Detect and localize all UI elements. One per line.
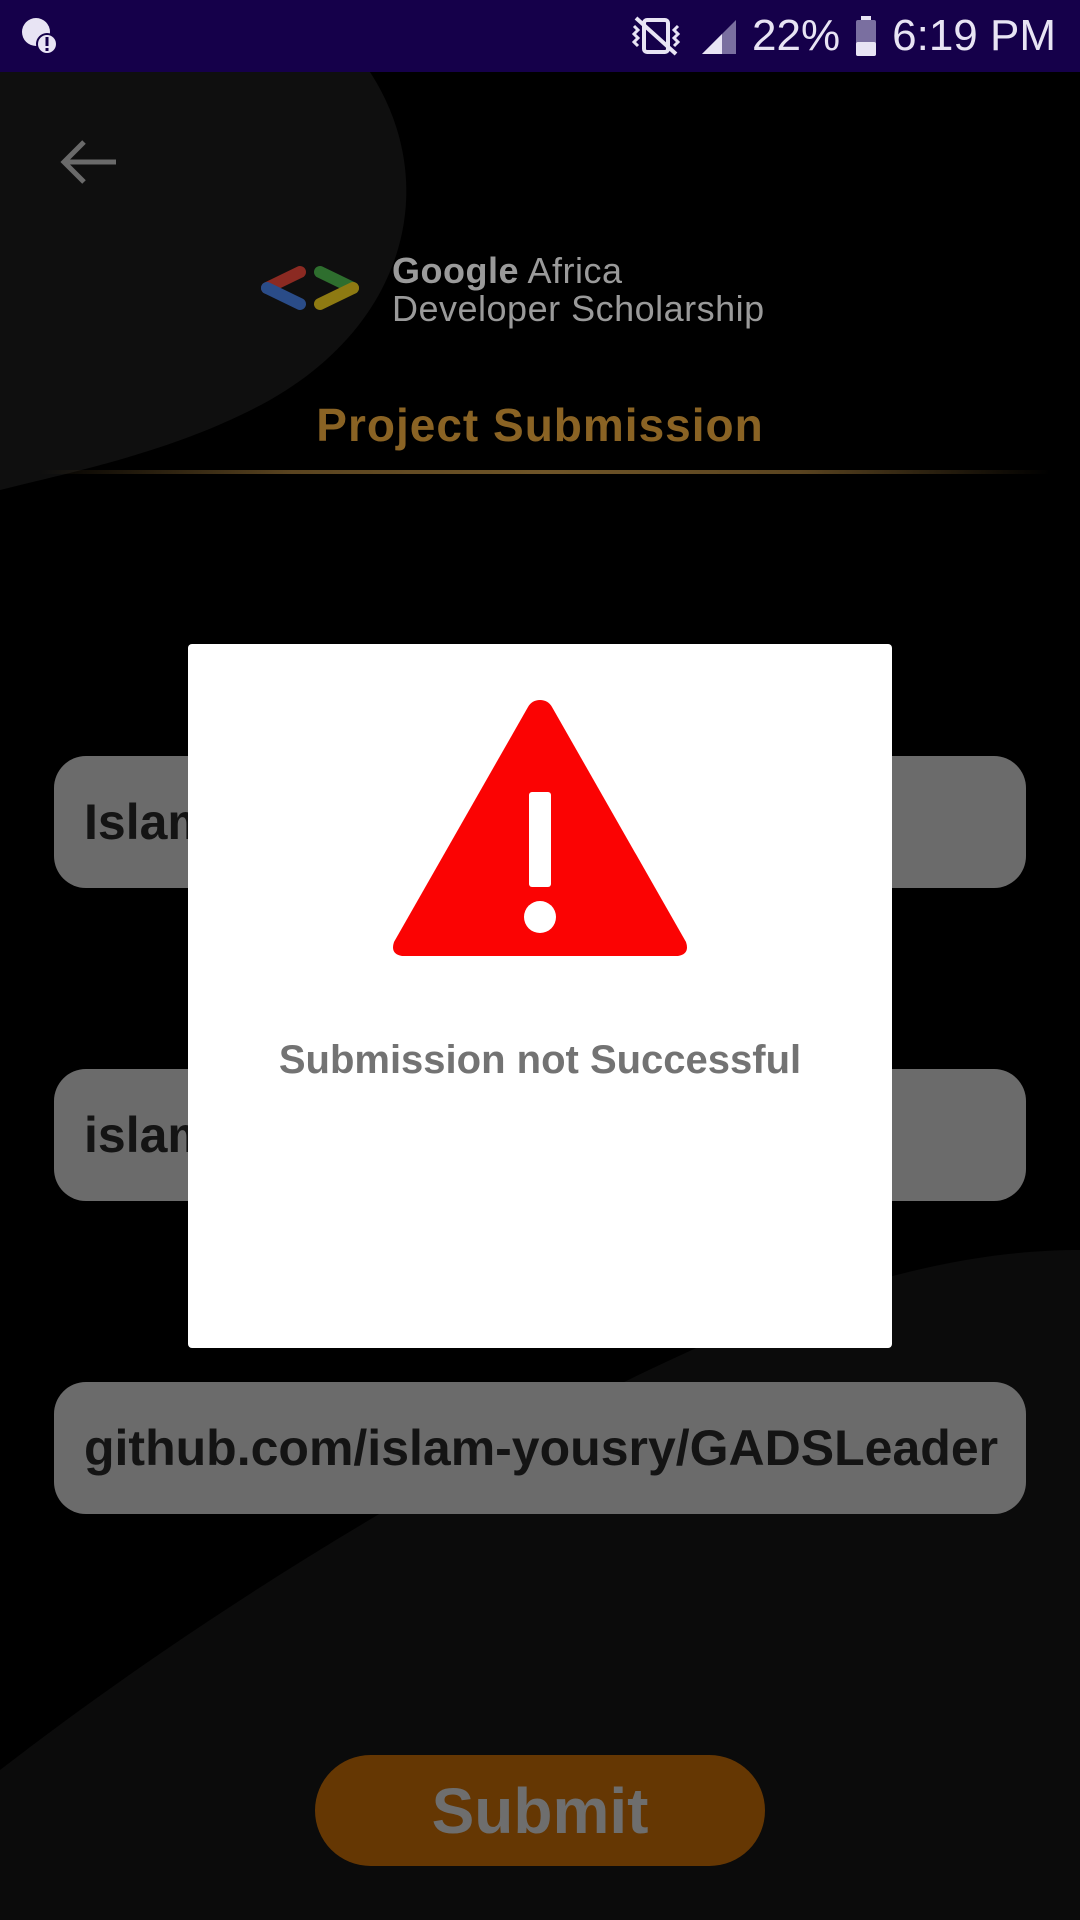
warning-icon: [393, 700, 687, 956]
submit-button-label: Submit: [431, 1774, 649, 1847]
status-right-group: 22% 6:19 PM: [628, 0, 1056, 72]
screen: 22% 6:19 PM Google Africa Developer Scho…: [0, 0, 1080, 1920]
error-dialog: Submission not Successful: [188, 644, 892, 1348]
vibrate-icon: [631, 16, 681, 56]
page-title: Project Submission: [316, 399, 764, 451]
title-divider: [40, 470, 1050, 474]
battery-icon: [856, 16, 877, 56]
submit-button[interactable]: Submit: [315, 1755, 765, 1866]
brand-africa: Africa: [519, 250, 623, 291]
back-arrow-icon[interactable]: [58, 130, 122, 194]
status-bar: 22% 6:19 PM: [0, 0, 1080, 72]
code-brackets-logo-icon: [261, 266, 359, 310]
brand-line-2: Developer Scholarship: [392, 288, 765, 329]
notification-alert-icon: [22, 18, 58, 55]
clock: 6:19 PM: [892, 11, 1056, 60]
battery-percentage: 22%: [752, 11, 841, 60]
brand-line-1: Google Africa: [392, 250, 623, 292]
brand-google: Google: [392, 250, 519, 291]
dialog-message: Submission not Successful: [278, 1038, 802, 1082]
github-link-value: github.com/islam-yousry/GADSLeaderboard: [84, 1420, 1000, 1476]
signal-icon: [702, 20, 737, 54]
github-link-field[interactable]: github.com/islam-yousry/GADSLeaderboard: [54, 1382, 1026, 1514]
